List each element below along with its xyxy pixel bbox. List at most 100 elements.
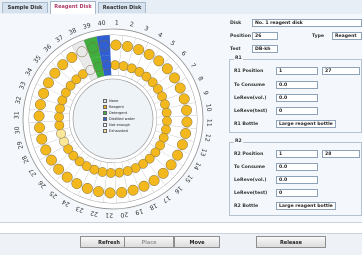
reagent-cup-outer	[121, 40, 133, 52]
disk-position-label: 10	[204, 103, 212, 112]
reagent-cup-inner	[54, 112, 64, 122]
r1-bottle-field[interactable]: Large reagent bottle	[276, 120, 336, 128]
reagent-cup-outer	[66, 52, 78, 63]
reagent-cup-outer	[104, 187, 116, 199]
r1-group-title: R1	[234, 56, 243, 61]
r2-lefrevel-label: LeReve(vol.)	[234, 178, 267, 183]
tab-sample-disk[interactable]: Sample Disk	[2, 2, 48, 13]
disk-position-label: 36	[43, 43, 54, 54]
disk-position-label: 29	[16, 140, 25, 150]
reagent-cup-inner	[160, 99, 170, 110]
reagent-cup-outer	[165, 159, 177, 171]
disk-label: Disk	[230, 21, 242, 26]
disk-position-label: 33	[18, 81, 27, 91]
reagent-cup-outer	[34, 122, 45, 134]
reagent-cup-inner	[114, 167, 125, 178]
disk-position-label: 37	[54, 34, 64, 44]
disk-position-label: 38	[68, 27, 78, 37]
r2-consume-label: To Consume	[234, 165, 265, 170]
disk-position-label: 21	[105, 211, 113, 218]
position-field[interactable]: 26	[252, 32, 278, 40]
reagent-cup-outer	[34, 99, 46, 111]
r1-position-field-2[interactable]: 27	[322, 67, 360, 75]
move-button[interactable]: Move	[174, 236, 220, 248]
reagent-cup-inner	[55, 103, 65, 114]
disk-position-label: 24	[61, 198, 71, 208]
disk-position-label: 9	[201, 90, 209, 96]
r2-bottle-label: R2 Bottle	[234, 204, 259, 209]
disk-position-label: 31	[13, 111, 20, 119]
reagent-cup-outer	[93, 186, 105, 198]
reagent-cup-outer	[53, 163, 65, 175]
test-field[interactable]: DB-kh	[252, 45, 278, 53]
tab-reagent-disk[interactable]: Reagent Disk	[50, 1, 96, 15]
reagent-cup-inner	[122, 166, 133, 176]
reagent-cup-outer	[161, 63, 173, 75]
disk-position-label: 7	[189, 62, 197, 69]
r1-lefrevtest-field[interactable]: 0	[276, 107, 318, 115]
r2-bottle-field[interactable]: Large reagent bottle	[276, 202, 336, 210]
reagent-cup-inner	[93, 62, 104, 72]
reagent-cup-inner	[97, 167, 108, 177]
reagent-cup-outer	[143, 48, 155, 60]
reagent-cup-outer	[33, 110, 45, 122]
r2-lefrevel-field[interactable]: 0.0	[276, 176, 318, 184]
disk-position-label: 19	[134, 207, 144, 216]
r1-lefrevel-label: LeReve(vol.)	[234, 96, 267, 101]
reagent-cup-inner	[54, 120, 65, 131]
disk-position-label: 40	[97, 20, 106, 28]
reagent-cup-outer	[180, 127, 192, 139]
reagent-cup-outer	[181, 116, 193, 128]
reagent-cup-outer	[172, 149, 184, 161]
reagent-cup-outer	[138, 180, 150, 192]
r2-position-field-2[interactable]: 28	[322, 150, 360, 158]
legend-swatch	[103, 105, 107, 109]
reagent-cup-inner	[101, 60, 112, 71]
disk-position-label: 8	[196, 76, 204, 83]
disk-position-label: 14	[192, 161, 202, 171]
reagent-cup-outer	[98, 40, 110, 51]
disk-position-label: 27	[28, 167, 38, 177]
r2-lefrevtest-label: LeReve(test)	[234, 191, 268, 196]
disk-position-label: 13	[198, 147, 207, 157]
legend-swatch	[103, 129, 107, 133]
reagent-cup-outer	[127, 184, 139, 196]
disk-position-label: 12	[203, 133, 211, 142]
disk-position-label: 26	[37, 179, 48, 190]
reagent-cup-outer	[110, 39, 122, 51]
r1-consume-field[interactable]: 0.0	[276, 81, 318, 89]
reagent-cup-inner	[106, 168, 116, 178]
reagent-cup-outer	[157, 167, 169, 179]
r2-lefrevtest-field[interactable]: 0	[276, 189, 318, 197]
reagent-cup-outer	[49, 67, 61, 79]
reagent-cup-outer	[61, 171, 73, 183]
reagent-cup-outer	[81, 182, 93, 194]
legend-swatch	[103, 99, 107, 103]
legend-swatch	[103, 123, 107, 127]
reagent-cup-outer	[46, 154, 57, 166]
disk-position-label: 2	[129, 21, 134, 29]
type-label: Type	[312, 34, 324, 39]
reagent-cup-outer	[76, 46, 88, 58]
disk-position-label: 23	[75, 204, 85, 213]
r1-position-field[interactable]: 1	[276, 67, 318, 75]
disk-field[interactable]: No. 1 reagent disk	[252, 19, 362, 27]
disk-legend: None Reagent Detergent Distilled water N…	[101, 98, 141, 158]
r2-consume-field[interactable]: 0.0	[276, 163, 318, 171]
reagent-cup-outer	[42, 77, 54, 89]
disk-position-label: 22	[90, 209, 99, 217]
reagent-cup-inner	[161, 124, 171, 135]
place-button[interactable]: Place	[124, 236, 174, 248]
reagent-cup-outer	[174, 82, 186, 94]
disk-position-label: 6	[180, 50, 188, 58]
release-button[interactable]: Release	[256, 236, 326, 248]
r2-position-field[interactable]: 1	[276, 150, 318, 158]
tab-reaction-disk[interactable]: Reaction Disk	[98, 2, 146, 13]
legend-exhausted: Exhausted	[101, 128, 141, 134]
disk-position-label: 11	[205, 119, 212, 127]
r1-lefrevel-field[interactable]: 0.0	[276, 94, 318, 102]
r1-bottle-label: R1 Bottle	[234, 122, 259, 127]
type-field[interactable]: Reagent	[332, 32, 362, 40]
legend-swatch	[103, 111, 107, 115]
disk-position-label: 3	[143, 25, 149, 33]
